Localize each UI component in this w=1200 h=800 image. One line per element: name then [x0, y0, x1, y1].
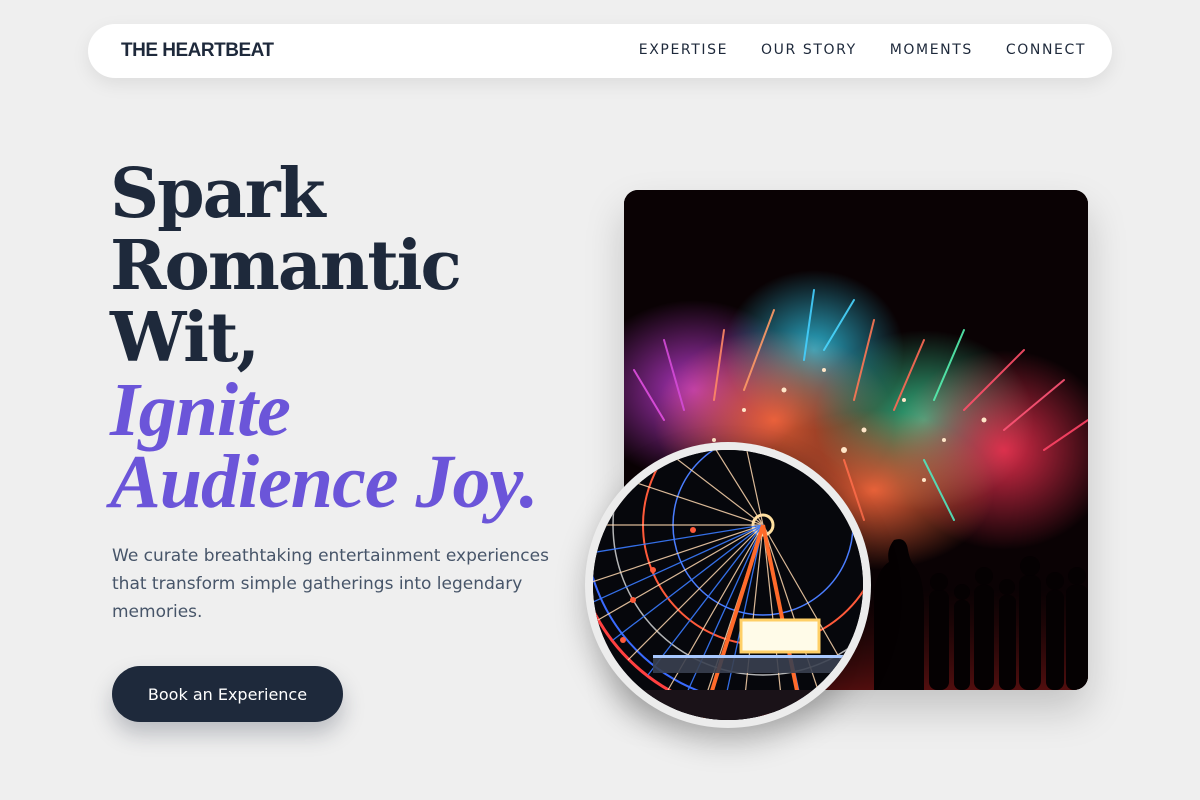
nav-link-expertise[interactable]: EXPERTISE [639, 42, 728, 58]
book-experience-button[interactable]: Book an Experience [112, 666, 343, 722]
nav-links: EXPERTISE OUR STORY MOMENTS CONNECT [639, 42, 1086, 58]
headline-line: Spark [110, 154, 326, 234]
ferris-wheel-photo [593, 450, 863, 720]
ferris-wheel-photo-frame [585, 442, 871, 728]
nav-link-our-story[interactable]: OUR STORY [761, 42, 857, 58]
hero-headline: Spark Romantic Wit, Ignite Audience Joy. [110, 154, 580, 524]
ferris-wheel-illustration [593, 450, 863, 720]
landing-page: THE HEARTBEAT EXPERTISE OUR STORY MOMENT… [0, 0, 1200, 800]
nav-link-moments[interactable]: MOMENTS [890, 42, 973, 58]
hero-description: We curate breathtaking entertainment exp… [112, 546, 549, 622]
headline-accent-line: Ignite [110, 368, 291, 452]
brand-logo[interactable]: THE HEARTBEAT [121, 40, 274, 62]
top-nav: THE HEARTBEAT EXPERTISE OUR STORY MOMENT… [88, 24, 1112, 78]
headline-accent-line: Audience Joy. [110, 440, 538, 524]
headline-line: Romantic [110, 226, 462, 306]
headline-line: Wit, [110, 298, 260, 378]
nav-link-connect[interactable]: CONNECT [1006, 42, 1086, 58]
